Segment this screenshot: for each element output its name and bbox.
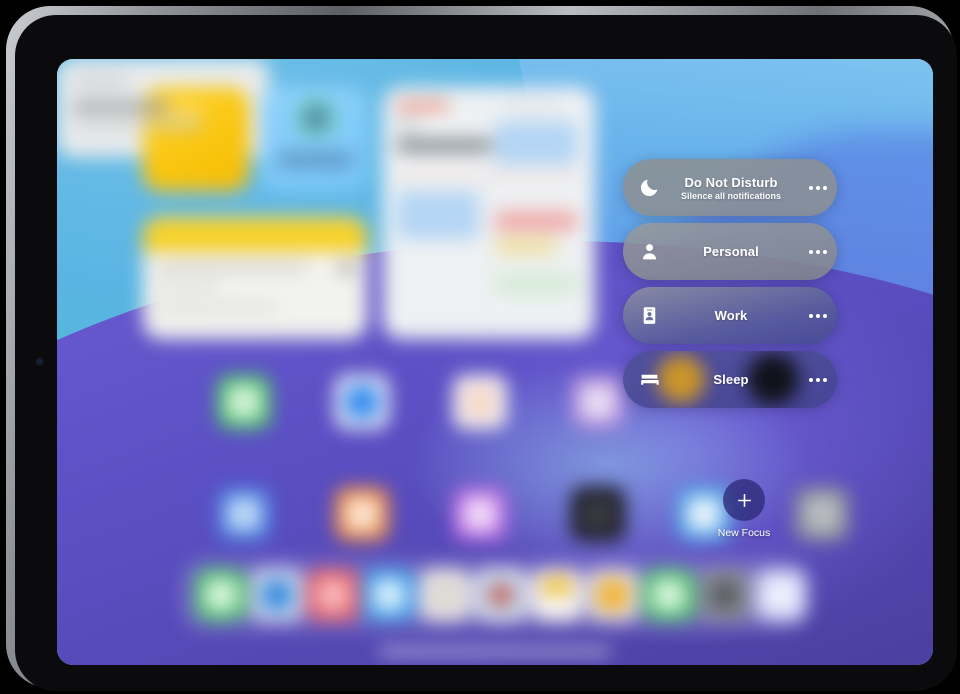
focus-row-more-button[interactable] xyxy=(799,377,837,382)
calendar-title xyxy=(397,139,493,152)
widget-photo-caption xyxy=(277,151,353,169)
app-icon-tv[interactable] xyxy=(571,487,625,541)
widget-photo-ring xyxy=(297,99,335,137)
calendar-event xyxy=(495,211,577,231)
focus-row-text: Do Not Disturb Silence all notifications xyxy=(669,175,799,201)
widget-reminder-line xyxy=(73,101,169,112)
bed-icon xyxy=(629,369,669,390)
app-icon-mail[interactable] xyxy=(335,375,389,429)
focus-row-text: Work xyxy=(669,308,799,323)
app-icon-photos[interactable] xyxy=(571,375,625,429)
widget-note-line xyxy=(157,305,277,311)
app-icon-files[interactable] xyxy=(453,375,507,429)
calendar-column-header xyxy=(503,101,561,107)
home-indicator[interactable] xyxy=(379,649,611,654)
focus-row-title: Personal xyxy=(703,244,759,259)
focus-row-more-button[interactable] xyxy=(799,249,837,254)
focus-row-work[interactable]: Work xyxy=(623,287,837,344)
widget-note-header xyxy=(143,217,367,251)
calendar-event xyxy=(495,121,577,165)
focus-row-personal[interactable]: Personal xyxy=(623,223,837,280)
person-icon xyxy=(629,241,669,262)
widget-note-line xyxy=(157,283,219,289)
dock-icon-notes[interactable] xyxy=(419,569,471,621)
dock-icon-keynote[interactable] xyxy=(587,569,639,621)
focus-row-title: Work xyxy=(714,308,748,323)
device-bezel: Do Not Disturb Silence all notifications… xyxy=(15,15,957,691)
calendar-date-label xyxy=(397,101,449,110)
dock-icon-camera[interactable] xyxy=(699,569,751,621)
focus-row-title: Sleep xyxy=(713,372,749,387)
device-screen: Do Not Disturb Silence all notifications… xyxy=(57,59,933,665)
focus-row-more-button[interactable] xyxy=(799,313,837,318)
focus-row-subtitle: Silence all notifications xyxy=(680,190,782,201)
dock-icon-appstore[interactable] xyxy=(755,569,807,621)
camera-dot-icon xyxy=(37,359,42,364)
widget-note-line xyxy=(157,263,307,270)
focus-row-text: Personal xyxy=(669,244,799,259)
focus-row-text: Sleep xyxy=(669,372,799,387)
new-focus-label: New Focus xyxy=(717,527,771,539)
tablet-device-frame: Do Not Disturb Silence all notifications… xyxy=(6,6,957,691)
dock-icon-mail[interactable] xyxy=(363,569,415,621)
focus-row-title: Do Not Disturb xyxy=(684,174,778,190)
dock-icon-files[interactable] xyxy=(531,569,583,621)
widget-reminder-line xyxy=(73,121,203,128)
app-icon-music[interactable] xyxy=(335,487,389,541)
dock-icon-facetime[interactable] xyxy=(643,569,695,621)
calendar-divider xyxy=(395,173,581,178)
app-icon-settings[interactable] xyxy=(795,487,849,541)
plus-icon xyxy=(723,479,765,521)
app-icon-podcasts[interactable] xyxy=(453,487,507,541)
app-icon-messages[interactable] xyxy=(217,375,271,429)
dock-icon-music[interactable] xyxy=(307,569,359,621)
crescent-moon-icon xyxy=(629,177,669,198)
dock-icon-messages[interactable] xyxy=(195,569,247,621)
calendar-event xyxy=(495,237,557,255)
dock xyxy=(181,559,809,631)
focus-row-do-not-disturb[interactable]: Do Not Disturb Silence all notifications xyxy=(623,159,837,216)
calendar-column-divider xyxy=(489,95,490,331)
widget-note-badge xyxy=(340,261,353,274)
focus-row-sleep[interactable]: Sleep xyxy=(623,351,837,408)
focus-row-more-button[interactable] xyxy=(799,185,837,190)
widget-notes-large[interactable] xyxy=(143,217,367,339)
widget-photos-small[interactable] xyxy=(261,87,367,191)
widget-reminder-line xyxy=(73,77,127,85)
new-focus-button[interactable]: New Focus xyxy=(712,479,776,539)
focus-panel: Do Not Disturb Silence all notifications… xyxy=(623,159,837,415)
calendar-event xyxy=(397,191,479,239)
app-icon-appstore[interactable] xyxy=(217,487,271,541)
id-badge-icon xyxy=(629,305,669,326)
widget-calendar-large[interactable] xyxy=(383,87,595,339)
dock-icon-photos[interactable] xyxy=(475,569,527,621)
calendar-event xyxy=(495,273,579,295)
dock-icon-safari[interactable] xyxy=(251,569,303,621)
calendar-day-number xyxy=(397,115,419,133)
